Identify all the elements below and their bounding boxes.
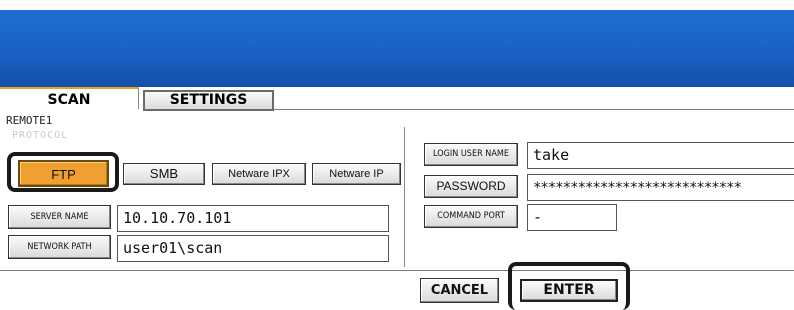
column-divider [404, 127, 405, 267]
ftp-button[interactable]: FTP [18, 160, 109, 187]
protocol-heading: PROTOCOL [12, 130, 69, 141]
server-name-field[interactable]: 10.10.70.101 [117, 205, 389, 232]
network-path-field[interactable]: user01\scan [117, 235, 389, 262]
login-user-name-field[interactable]: take [527, 142, 794, 169]
password-field[interactable]: **************************** [527, 174, 794, 201]
smb-button[interactable]: SMB [123, 163, 205, 185]
command-port-field[interactable]: - [527, 204, 617, 231]
password-button[interactable]: PASSWORD [424, 175, 518, 198]
command-port-button[interactable]: COMMAND PORT [424, 205, 518, 228]
netware-ip-button[interactable]: Netware IP [312, 163, 401, 185]
network-path-button[interactable]: NETWORK PATH [8, 235, 111, 259]
tab-settings[interactable]: SETTINGS [143, 90, 274, 111]
netware-ipx-button[interactable]: Netware IPX [212, 163, 306, 185]
login-user-name-button[interactable]: LOGIN USER NAME [424, 143, 518, 166]
server-name-button[interactable]: SERVER NAME [8, 205, 111, 229]
tab-divider [274, 109, 794, 110]
tab-scan[interactable]: SCAN [0, 87, 139, 109]
remote-scan-panel: SCAN SETTINGS REMOTE1 PROTOCOL FTP SMB N… [0, 87, 794, 310]
remote-label: REMOTE1 [6, 114, 53, 127]
cancel-button[interactable]: CANCEL [420, 278, 499, 303]
title-bar-area [0, 10, 794, 87]
action-divider [0, 270, 794, 271]
enter-button[interactable]: ENTER [520, 279, 618, 302]
